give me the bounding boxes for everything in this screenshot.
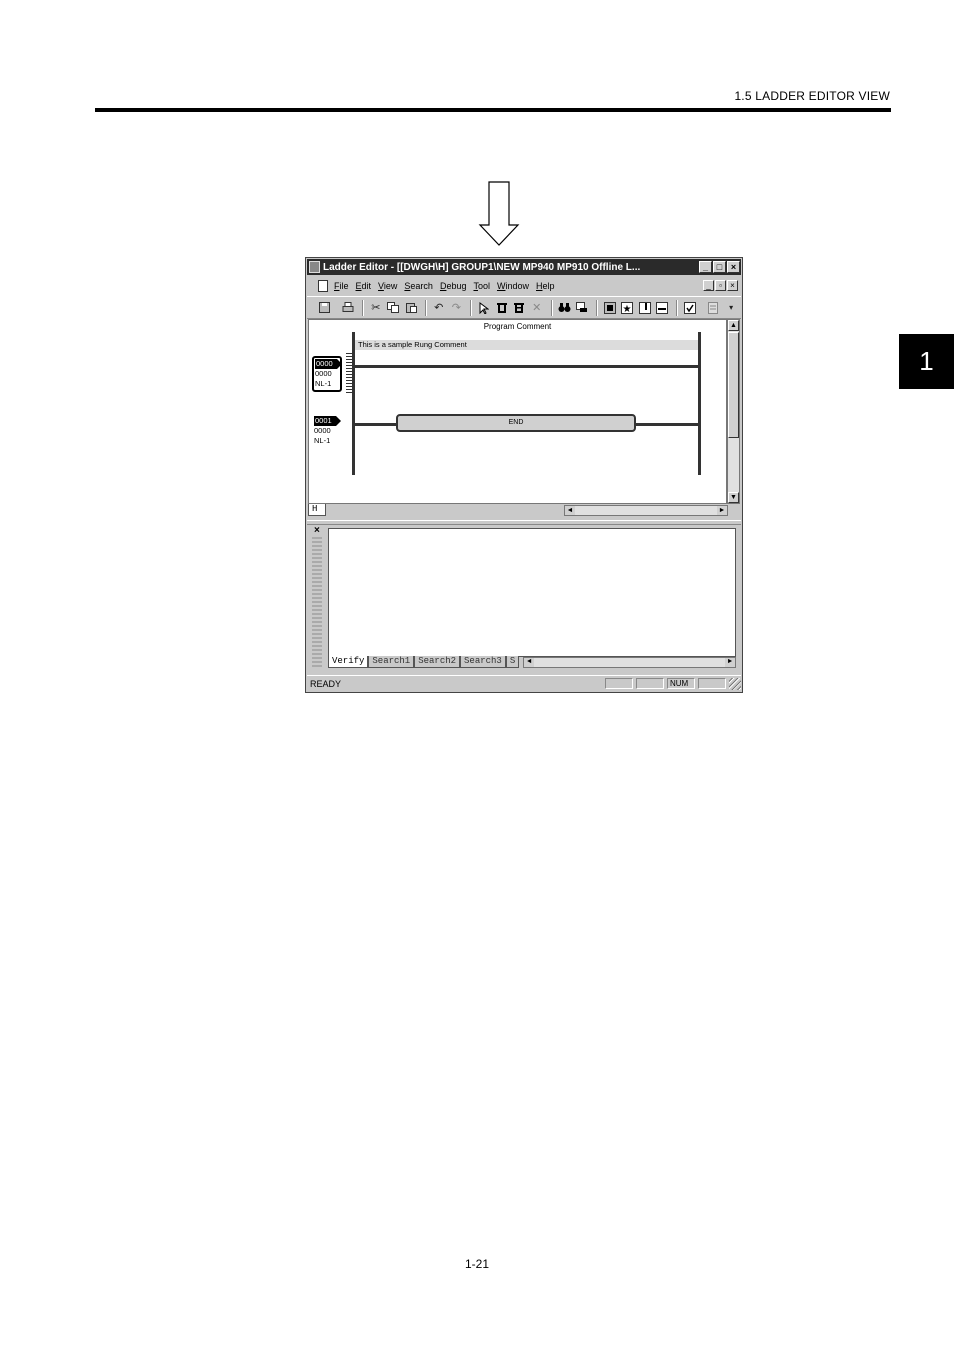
check-icon[interactable] bbox=[682, 300, 698, 316]
undo-icon[interactable]: ↶ bbox=[431, 300, 447, 316]
down-arrow-icon bbox=[478, 181, 520, 246]
status-cell bbox=[698, 678, 726, 689]
rung-number: 0001 bbox=[314, 416, 341, 426]
right-power-rail bbox=[698, 332, 701, 475]
paste-icon[interactable] bbox=[403, 300, 419, 316]
ladder-editor-area[interactable]: Program Comment This is a sample Rung Co… bbox=[308, 319, 727, 504]
dropdown-icon[interactable]: ▾ bbox=[723, 300, 739, 316]
doc-icon[interactable] bbox=[706, 300, 722, 316]
tab-verify[interactable]: Verify bbox=[328, 656, 369, 668]
window-title: Ladder Editor - [[DWGH\H] GROUP1\NEW MP9… bbox=[323, 261, 641, 273]
chapter-tab: 1 bbox=[899, 334, 954, 389]
status-text: READY bbox=[310, 678, 342, 689]
menu-bar: File Edit View Search Debug Tool Window … bbox=[307, 277, 741, 294]
rung-line[interactable] bbox=[355, 365, 698, 368]
rung-number: 0000 bbox=[315, 359, 342, 369]
scroll-up-icon[interactable]: ▲ bbox=[728, 320, 739, 331]
menu-edit[interactable]: Edit bbox=[356, 281, 372, 291]
toolbar: ✂ ↶ ↷ ✕ ★ ▾ bbox=[307, 296, 741, 319]
editor-bottom-bar: H ◄ ► bbox=[308, 504, 740, 517]
scroll-left-icon[interactable]: ◄ bbox=[565, 506, 575, 515]
rung-nest-level: NL-1 bbox=[314, 436, 331, 445]
rung-step: 0000 bbox=[315, 369, 332, 378]
insert-contact-icon[interactable] bbox=[494, 300, 510, 316]
status-bar: READY NUM bbox=[307, 675, 741, 691]
rung-comment[interactable]: This is a sample Rung Comment bbox=[355, 340, 698, 350]
tab-search3[interactable]: Search3 bbox=[460, 656, 506, 668]
scroll-thumb[interactable] bbox=[728, 332, 739, 438]
favorite-icon[interactable]: ★ bbox=[619, 300, 635, 316]
header-rule bbox=[95, 108, 891, 112]
cut-icon[interactable]: ✂ bbox=[368, 300, 384, 316]
section-title: 1.5 LADDER EDITOR VIEW bbox=[734, 89, 890, 103]
status-cell bbox=[636, 678, 664, 689]
rung-marker bbox=[346, 353, 352, 393]
menu-help[interactable]: Help bbox=[536, 281, 555, 291]
doc-close-button[interactable]: × bbox=[727, 280, 738, 291]
end-instruction[interactable]: END bbox=[396, 414, 636, 432]
tab-search1[interactable]: Search1 bbox=[368, 656, 415, 668]
sheet-tab[interactable]: H bbox=[308, 504, 326, 516]
window-icon[interactable] bbox=[637, 300, 653, 316]
menu-debug[interactable]: Debug bbox=[440, 281, 467, 291]
tab-search2[interactable]: Search2 bbox=[414, 656, 461, 668]
output-panel: × Verify Search1 Search2 Search3 S ◄ ► bbox=[308, 525, 740, 673]
resize-grip-icon[interactable] bbox=[729, 677, 741, 690]
redo-icon[interactable]: ↷ bbox=[449, 300, 465, 316]
maximize-button[interactable]: □ bbox=[713, 261, 726, 273]
scroll-right-icon[interactable]: ► bbox=[717, 506, 727, 515]
minimize-button[interactable]: _ bbox=[699, 261, 712, 273]
scroll-right-icon[interactable]: ► bbox=[725, 657, 735, 667]
menu-tool[interactable]: Tool bbox=[473, 281, 490, 291]
doc-restore-button[interactable]: ▫ bbox=[715, 280, 726, 291]
monitor-icon[interactable] bbox=[602, 300, 618, 316]
tab-more[interactable]: S bbox=[505, 656, 520, 668]
output-close-icon[interactable]: × bbox=[314, 525, 320, 536]
select-icon[interactable] bbox=[476, 300, 492, 316]
delete-icon[interactable]: ✕ bbox=[529, 300, 545, 316]
collapse-icon[interactable] bbox=[655, 300, 671, 316]
rung-step: 0000 bbox=[314, 426, 331, 435]
editor-vertical-scrollbar[interactable]: ▲ ▼ bbox=[727, 319, 740, 504]
print-icon[interactable] bbox=[340, 300, 356, 316]
doc-minimize-button[interactable]: _ bbox=[703, 280, 714, 291]
output-tabs: Verify Search1 Search2 Search3 S ◄ ► bbox=[328, 656, 736, 668]
rung-label[interactable]: 0000 0000 NL-1 bbox=[312, 356, 342, 392]
menu-window[interactable]: Window bbox=[497, 281, 529, 291]
rung-label[interactable]: 0001 0000 NL-1 bbox=[314, 416, 341, 446]
output-grip[interactable] bbox=[312, 537, 322, 667]
output-horizontal-scrollbar[interactable]: ◄ ► bbox=[523, 656, 736, 668]
ladder-editor-window: Ladder Editor - [[DWGH\H] GROUP1\NEW MP9… bbox=[305, 257, 743, 693]
svg-text:★: ★ bbox=[623, 304, 632, 314]
num-lock-indicator: NUM bbox=[667, 678, 695, 689]
find-icon[interactable] bbox=[557, 300, 573, 316]
status-cell bbox=[605, 678, 633, 689]
close-button[interactable]: × bbox=[727, 261, 740, 273]
menu-view[interactable]: View bbox=[378, 281, 397, 291]
save-icon[interactable] bbox=[317, 300, 333, 316]
menu-search[interactable]: Search bbox=[404, 281, 433, 291]
rung-nest-level: NL-1 bbox=[315, 379, 332, 388]
scroll-left-icon[interactable]: ◄ bbox=[524, 657, 535, 667]
editor-horizontal-scrollbar[interactable]: ◄ ► bbox=[564, 505, 728, 516]
left-power-rail bbox=[352, 332, 355, 475]
copy-icon[interactable] bbox=[386, 300, 402, 316]
insert-coil-icon[interactable] bbox=[511, 300, 527, 316]
find-replace-icon[interactable] bbox=[574, 300, 590, 316]
scroll-down-icon[interactable]: ▼ bbox=[728, 492, 739, 503]
program-comment: Program Comment bbox=[483, 322, 552, 331]
menu-file[interactable]: File bbox=[334, 281, 349, 291]
title-bar[interactable]: Ladder Editor - [[DWGH\H] GROUP1\NEW MP9… bbox=[307, 259, 741, 275]
app-icon[interactable] bbox=[309, 261, 320, 273]
document-icon[interactable] bbox=[318, 279, 328, 292]
output-area[interactable] bbox=[328, 528, 736, 657]
page-number: 1-21 bbox=[464, 1257, 490, 1271]
